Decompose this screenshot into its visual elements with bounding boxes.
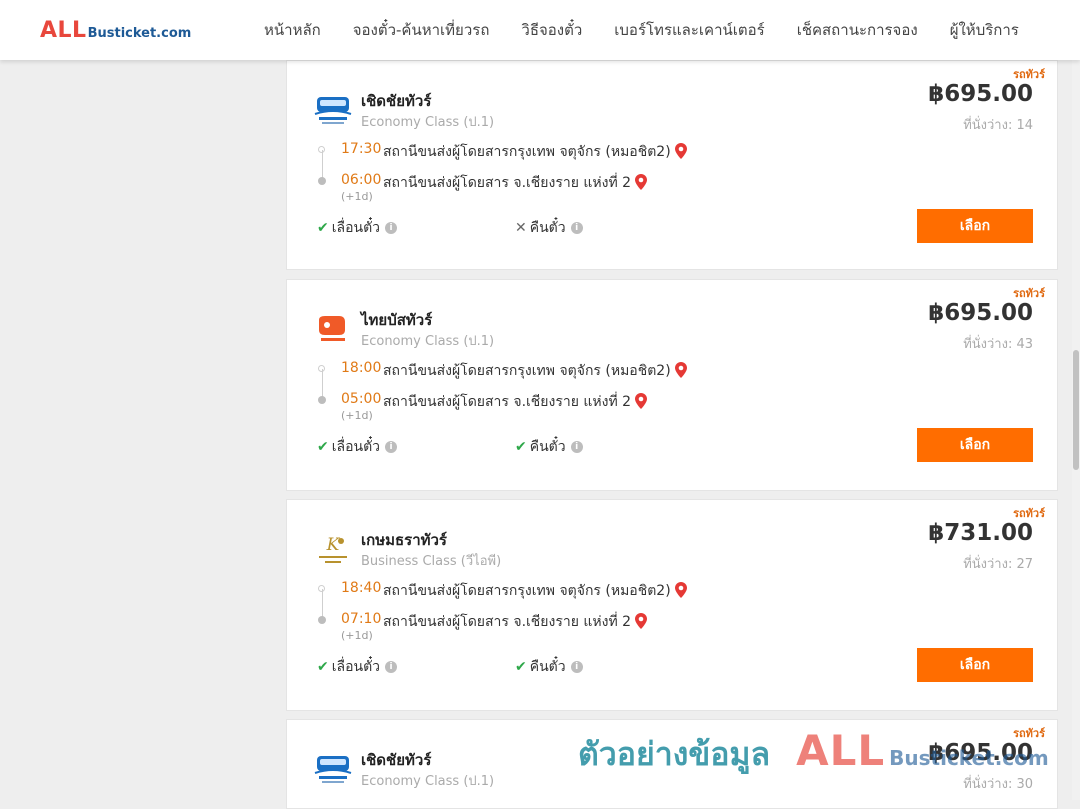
depart-station: สถานีขนส่งผู้โดยสารกรุงเทพ จตุจักร (หมอช… <box>383 360 687 382</box>
ticket-price: ฿695.00 <box>928 740 1033 766</box>
check-icon: ✔ <box>317 659 329 675</box>
info-icon[interactable]: i <box>385 441 398 453</box>
seats-available: ที่นั่งว่าง: 27 <box>963 557 1033 572</box>
arrive-time: 05:00 <box>341 391 382 407</box>
arrive-time: 06:00 <box>341 172 382 188</box>
cherdchai-logo-icon <box>313 89 353 129</box>
main-nav: หน้าหลัก จองตั๋ว-ค้นหาเที่ยวรถ วิธีจองตั… <box>248 0 1035 60</box>
map-pin-icon[interactable] <box>674 582 687 598</box>
next-day-label: (+1d) <box>341 190 373 203</box>
depart-time: 18:00 <box>341 360 382 376</box>
feature-label: คืนตั๋ว <box>529 659 566 675</box>
bus-class: Business Class (วีไอพี) <box>361 554 502 569</box>
arrive-time: 07:10 <box>341 611 382 627</box>
ticket-price: ฿695.00 <box>928 300 1033 326</box>
seats-available: ที่นั่งว่าง: 30 <box>963 777 1033 792</box>
thai-bus-logo-icon <box>313 308 353 348</box>
map-pin-icon[interactable] <box>635 613 648 629</box>
feature-label: คืนตั๋ว <box>529 439 566 455</box>
nav-home[interactable]: หน้าหลัก <box>248 18 337 42</box>
operator-name: เชิดชัยทัวร์ <box>361 92 432 110</box>
select-button[interactable]: เลือก <box>917 209 1033 243</box>
depart-station: สถานีขนส่งผู้โดยสารกรุงเทพ จตุจักร (หมอช… <box>383 141 687 163</box>
next-day-label: (+1d) <box>341 629 373 642</box>
select-button[interactable]: เลือก <box>917 648 1033 682</box>
site-header: ALL Busticket.com หน้าหลัก จองตั๋ว-ค้นหา… <box>0 0 1080 60</box>
kasemthara-logo-icon: K <box>313 528 353 568</box>
scrollbar-thumb[interactable] <box>1073 350 1079 470</box>
select-button[interactable]: เลือก <box>917 428 1033 462</box>
feature-label: เลื่อนตั๋ว <box>331 220 381 236</box>
nav-operators[interactable]: ผู้ให้บริการ <box>934 18 1035 42</box>
check-icon: ✔ <box>515 659 527 675</box>
feature-refund: ✔ คืนตั๋ว i <box>515 656 583 678</box>
cross-icon: ✕ <box>515 220 527 236</box>
depart-station: สถานีขนส่งผู้โดยสารกรุงเทพ จตุจักร (หมอช… <box>383 580 687 602</box>
nav-how-to-book[interactable]: วิธีจองตั๋ว <box>505 18 598 42</box>
arrive-station-label: สถานีขนส่งผู้โดยสาร จ.เชียงราย แห่งที่ 2 <box>383 614 632 630</box>
feature-refund: ✕ คืนตั๋ว i <box>515 217 583 239</box>
trip-card: รถทัวร์ K เกษมธราทัวร์ Business Class (ว… <box>286 499 1058 711</box>
bus-class: Economy Class (ป.1) <box>361 115 495 130</box>
bus-class: Economy Class (ป.1) <box>361 334 495 349</box>
cherdchai-logo-icon <box>313 748 353 788</box>
bus-class: Economy Class (ป.1) <box>361 774 495 789</box>
feature-label: คืนตั๋ว <box>529 220 566 236</box>
site-logo[interactable]: ALL Busticket.com <box>40 18 191 44</box>
depart-station-label: สถานีขนส่งผู้โดยสารกรุงเทพ จตุจักร (หมอช… <box>383 363 671 379</box>
map-pin-icon[interactable] <box>674 143 687 159</box>
logo-all-text: ALL <box>40 18 87 43</box>
depart-time: 17:30 <box>341 141 382 157</box>
operator-name: เชิดชัยทัวร์ <box>361 751 432 769</box>
seats-available: ที่นั่งว่าง: 14 <box>963 118 1033 133</box>
nav-book-search[interactable]: จองตั๋ว-ค้นหาเที่ยวรถ <box>337 18 506 42</box>
info-icon[interactable]: i <box>385 661 398 673</box>
depart-station-label: สถานีขนส่งผู้โดยสารกรุงเทพ จตุจักร (หมอช… <box>383 144 671 160</box>
operator-name: ไทยบัสทัวร์ <box>361 311 433 329</box>
map-pin-icon[interactable] <box>635 174 648 190</box>
logo-busticket-text: Busticket.com <box>87 26 192 41</box>
nav-check-booking[interactable]: เช็คสถานะการจอง <box>781 18 934 42</box>
arrive-station: สถานีขนส่งผู้โดยสาร จ.เชียงราย แห่งที่ 2 <box>383 391 648 413</box>
arrive-station-label: สถานีขนส่งผู้โดยสาร จ.เชียงราย แห่งที่ 2 <box>383 175 632 191</box>
trip-card: รถทัวร์ เชิดชัยทัวร์ Economy Class (ป.1)… <box>286 60 1058 270</box>
map-pin-icon[interactable] <box>674 362 687 378</box>
trip-card: รถทัวร์ เชิดชัยทัวร์ Economy Class (ป.1)… <box>286 719 1058 809</box>
feature-reschedule: ✔ เลื่อนตั๋ว i <box>317 436 398 458</box>
info-icon[interactable]: i <box>385 222 398 234</box>
depart-station-label: สถานีขนส่งผู้โดยสารกรุงเทพ จตุจักร (หมอช… <box>383 583 671 599</box>
trip-card: รถทัวร์ ไทยบัสทัวร์ Economy Class (ป.1) … <box>286 279 1058 491</box>
ticket-price: ฿695.00 <box>928 81 1033 107</box>
depart-time: 18:40 <box>341 580 382 596</box>
check-icon: ✔ <box>317 220 329 236</box>
route-line <box>322 589 323 619</box>
operator-name: เกษมธราทัวร์ <box>361 531 447 549</box>
page-scrollbar[interactable] <box>1072 60 1080 800</box>
arrive-station: สถานีขนส่งผู้โดยสาร จ.เชียงราย แห่งที่ 2 <box>383 172 648 194</box>
arrive-station: สถานีขนส่งผู้โดยสาร จ.เชียงราย แห่งที่ 2 <box>383 611 648 633</box>
seats-available: ที่นั่งว่าง: 43 <box>963 337 1033 352</box>
ticket-price: ฿731.00 <box>928 520 1033 546</box>
arrive-dot <box>318 177 326 185</box>
route-line <box>322 369 323 399</box>
next-day-label: (+1d) <box>341 409 373 422</box>
feature-reschedule: ✔ เลื่อนตั๋ว i <box>317 656 398 678</box>
svg-text:K: K <box>326 535 341 555</box>
feature-label: เลื่อนตั๋ว <box>331 659 381 675</box>
check-icon: ✔ <box>515 439 527 455</box>
info-icon[interactable]: i <box>570 222 583 234</box>
info-icon[interactable]: i <box>570 661 583 673</box>
arrive-station-label: สถานีขนส่งผู้โดยสาร จ.เชียงราย แห่งที่ 2 <box>383 394 632 410</box>
feature-label: เลื่อนตั๋ว <box>331 439 381 455</box>
feature-refund: ✔ คืนตั๋ว i <box>515 436 583 458</box>
map-pin-icon[interactable] <box>635 393 648 409</box>
arrive-dot <box>318 396 326 404</box>
info-icon[interactable]: i <box>570 441 583 453</box>
check-icon: ✔ <box>317 439 329 455</box>
nav-phone-counter[interactable]: เบอร์โทรและเคาน์เตอร์ <box>598 18 780 42</box>
route-line <box>322 150 323 180</box>
feature-reschedule: ✔ เลื่อนตั๋ว i <box>317 217 398 239</box>
arrive-dot <box>318 616 326 624</box>
